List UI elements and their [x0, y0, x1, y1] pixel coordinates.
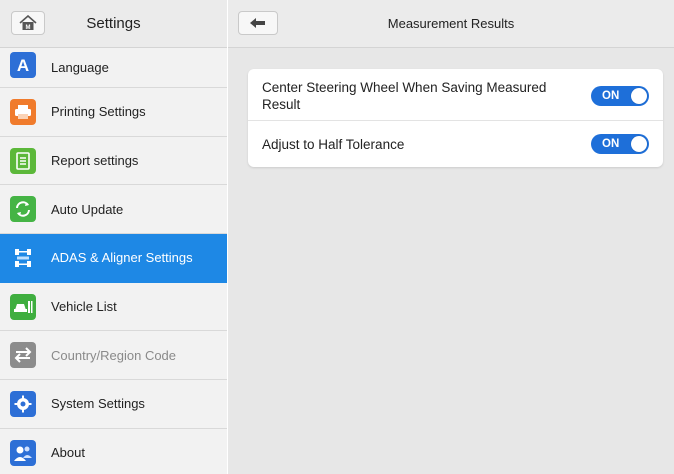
sidebar-item-vehicle-list[interactable]: Vehicle List [0, 282, 227, 332]
update-icon [10, 196, 36, 223]
sidebar-item-label: Vehicle List [51, 299, 117, 315]
sidebar-item-label: System Settings [51, 396, 145, 412]
svg-text:M: M [26, 25, 31, 31]
sidebar-item-printing-settings[interactable]: Printing Settings [0, 88, 227, 137]
sidebar-item-label: Printing Settings [51, 104, 146, 120]
sidebar-item-label: Language [51, 60, 109, 75]
sidebar-item-country-region-code[interactable]: Country/Region Code [0, 331, 227, 381]
setting-row-half-tolerance: Adjust to Half Tolerance ON [248, 121, 663, 167]
home-button[interactable]: M [11, 11, 45, 35]
sidebar-item-adas-aligner-settings[interactable]: ADAS & Aligner Settings [0, 234, 227, 283]
toggle-state-text: ON [602, 138, 620, 150]
vehicle-list-icon [10, 293, 36, 320]
home-icon: M [19, 15, 37, 31]
about-icon [10, 439, 36, 466]
center-steering-wheel-toggle[interactable]: ON [591, 86, 649, 106]
sidebar-item-about[interactable]: About [0, 428, 227, 474]
settings-card: Center Steering Wheel When Saving Measur… [248, 69, 663, 167]
toggle-state-text: ON [602, 90, 620, 102]
language-icon: A [10, 52, 36, 78]
sidebar-item-label: About [51, 445, 85, 461]
sidebar-item-label: Auto Update [51, 201, 124, 217]
sidebar-item-language[interactable]: A Language [0, 48, 227, 88]
printer-icon [10, 98, 36, 125]
content-panel: Measurement Results Center Steering Whee… [228, 0, 674, 474]
sidebar-item-auto-update[interactable]: Auto Update [0, 185, 227, 235]
half-tolerance-toggle[interactable]: ON [591, 134, 649, 154]
region-icon [10, 342, 36, 369]
sidebar-item-label: Country/Region Code [51, 347, 177, 363]
setting-row-center-steering-wheel: Center Steering Wheel When Saving Measur… [248, 69, 663, 121]
sidebar-item-system-settings[interactable]: System Settings [0, 380, 227, 429]
setting-label: Center Steering Wheel When Saving Measur… [262, 80, 547, 112]
settings-menu: A Language Printing Settings Report sett… [0, 48, 227, 474]
adas-icon [10, 244, 36, 271]
settings-sidebar: M Settings A Language Printing Settings … [0, 0, 227, 474]
sidebar-header: M Settings [0, 0, 227, 48]
sidebar-item-report-settings[interactable]: Report settings [0, 136, 227, 186]
svg-text:A: A [17, 56, 29, 75]
report-icon [10, 147, 36, 174]
sidebar-item-label: ADAS & Aligner Settings [51, 250, 193, 266]
sidebar-item-label: Report settings [51, 153, 139, 169]
content-header: Measurement Results [228, 0, 674, 48]
setting-label: Adjust to Half Tolerance [262, 137, 405, 152]
page-title: Measurement Results [387, 16, 515, 31]
system-settings-icon [10, 390, 36, 417]
toggle-knob [631, 88, 647, 104]
toggle-knob [631, 136, 647, 152]
